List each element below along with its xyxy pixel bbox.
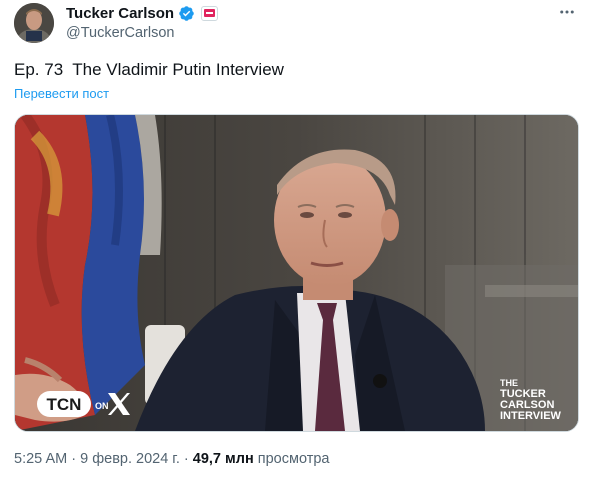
views-count: 49,7 млн [192, 451, 254, 467]
tweet-time[interactable]: 5:25 AM [14, 451, 67, 467]
tweet-date[interactable]: 9 февр. 2024 г. [80, 451, 180, 467]
tcn-on-text: ON [95, 401, 109, 411]
meta-separator-2: · [183, 451, 189, 467]
tcn-logo-text: TCN [47, 395, 82, 414]
translate-post-link[interactable]: Перевести пост [14, 86, 109, 101]
views-label: просмотра [257, 451, 330, 467]
watermark-line-4: INTERVIEW [500, 410, 562, 422]
avatar[interactable] [14, 3, 54, 43]
author-name-row: Tucker Carlson [66, 4, 219, 22]
author-handle[interactable]: @TuckerCarlson [66, 25, 174, 41]
meta-separator: · [71, 451, 77, 467]
author-display-name[interactable]: Tucker Carlson [66, 5, 174, 22]
video-thumbnail[interactable]: TCN ON THE TUCKER CARLSON INTERVIEW [14, 114, 579, 432]
more-options-icon[interactable] [557, 2, 577, 22]
tweet-text: Ep. 73 The Vladimir Putin Interview [14, 60, 284, 79]
watermark-line-1: THE [500, 378, 518, 388]
verified-badge-icon[interactable] [178, 5, 195, 22]
affiliate-badge-icon[interactable] [201, 5, 219, 21]
tweet-meta: 5:25 AM · 9 февр. 2024 г. · 49,7 млн про… [14, 451, 329, 467]
